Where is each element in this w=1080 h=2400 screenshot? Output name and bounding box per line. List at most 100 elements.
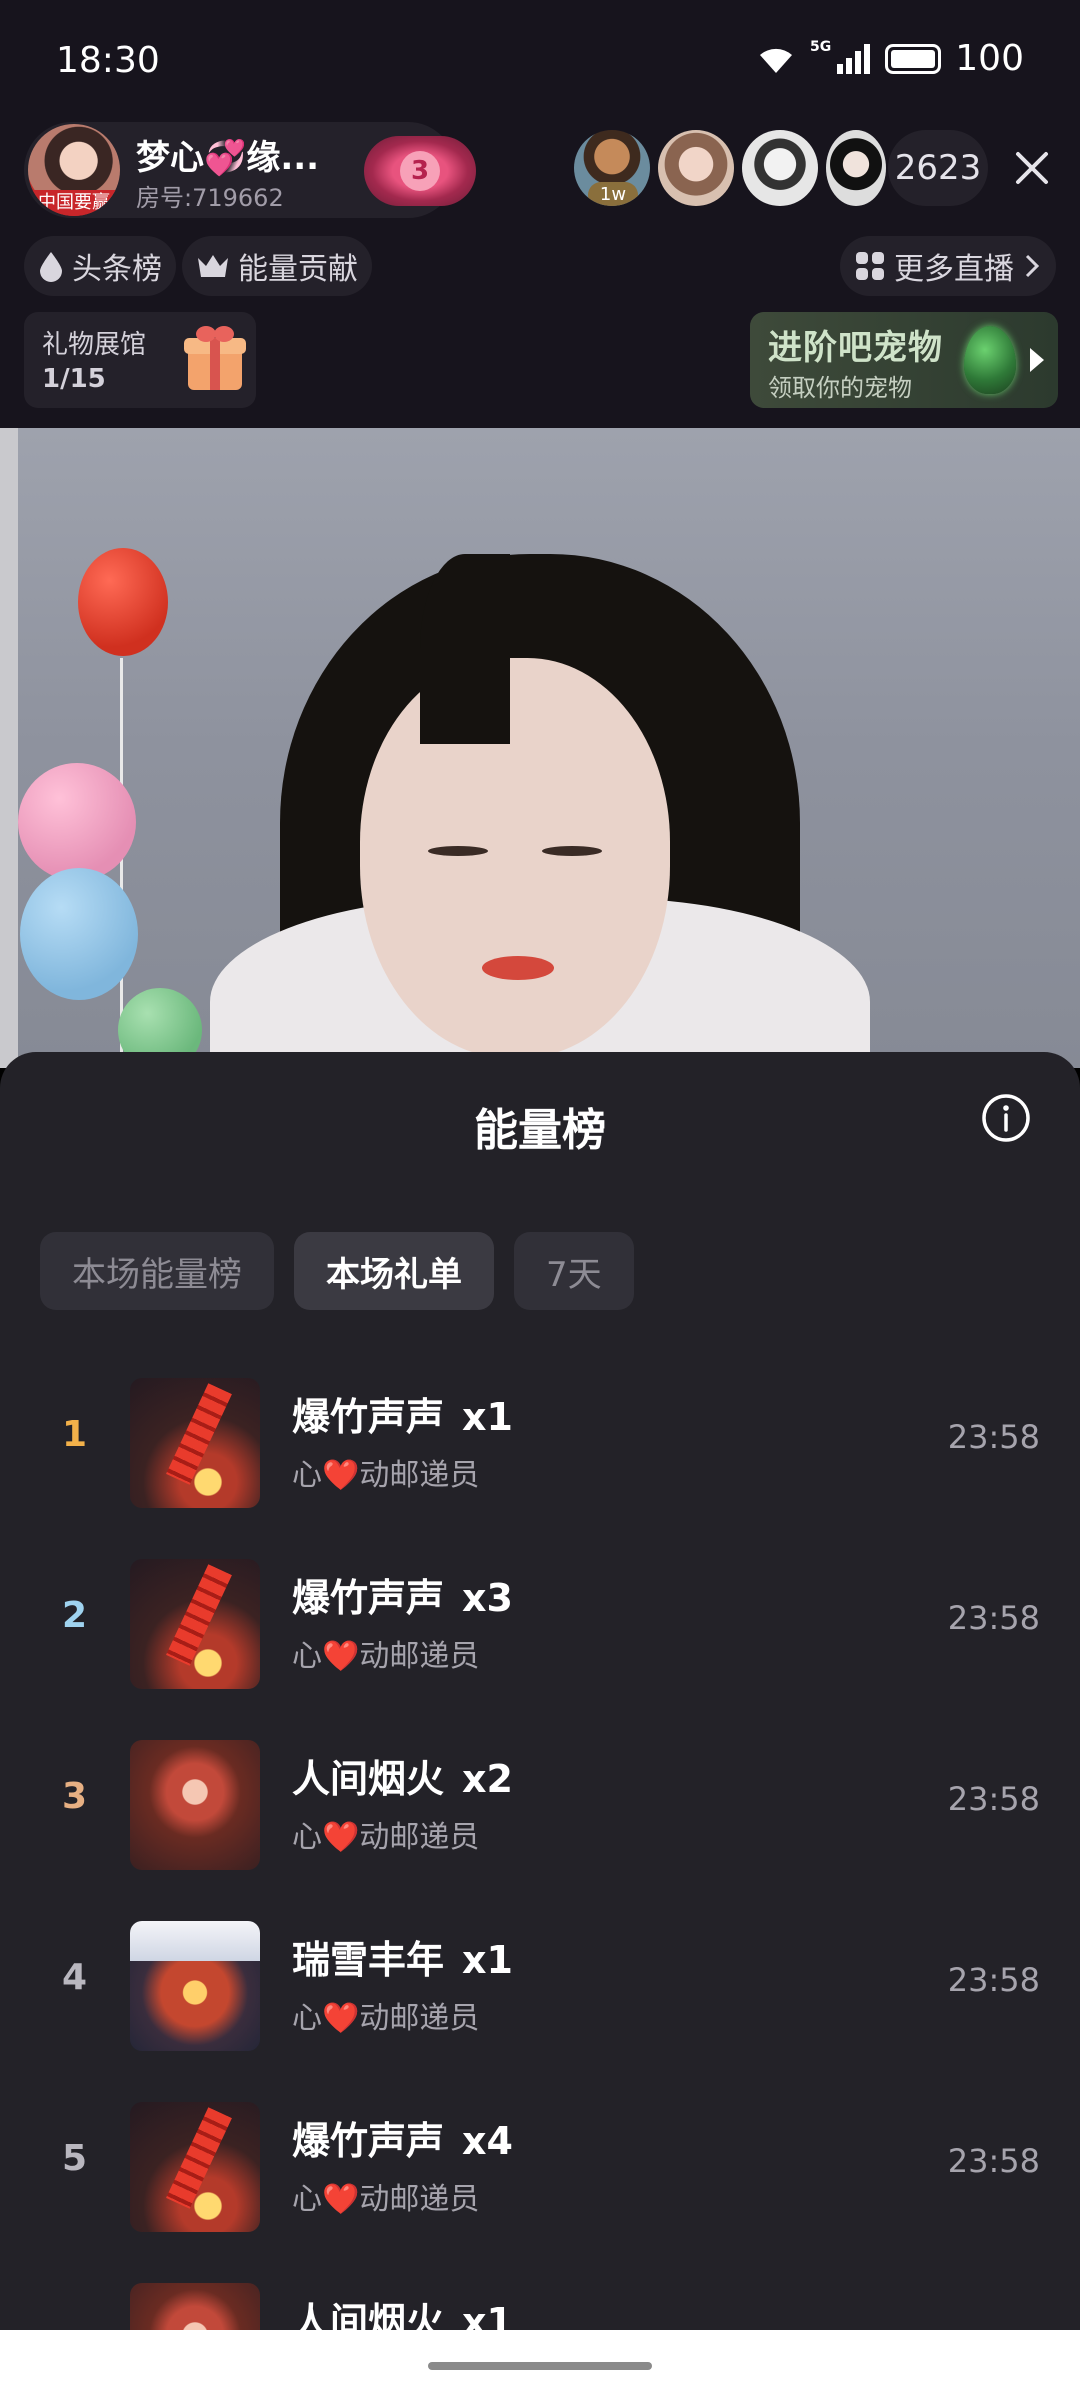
home-indicator[interactable]: [428, 2362, 652, 2370]
gift-quantity: x4: [462, 2119, 513, 2163]
sender-name[interactable]: 心❤️动邮递员: [292, 1993, 479, 2037]
wall-edge: [0, 428, 18, 1068]
gift-time: 23:58: [947, 1780, 1040, 1818]
gift-title: 人间烟火: [292, 1757, 445, 1801]
list-item[interactable]: 2 爆竹声声 x3 心❤️动邮递员 23:58: [0, 1543, 1080, 1724]
pet-promo-title: 进阶吧宠物: [768, 328, 943, 368]
list-item[interactable]: 3 人间烟火 x2 心❤️动邮递员 23:58: [0, 1724, 1080, 1905]
sender-name[interactable]: 心❤️动邮递员: [292, 1631, 479, 1675]
host-avatar[interactable]: 中国要赢: [28, 124, 120, 216]
network-type-label: 5G: [810, 38, 832, 55]
list-item[interactable]: 5 爆竹声声 x4 心❤️动邮递员 23:58: [0, 2086, 1080, 2267]
sender-name[interactable]: 心❤️动邮递员: [292, 1812, 479, 1856]
gift-time: 23:58: [947, 1418, 1040, 1456]
chevron-right-icon: [1025, 254, 1040, 278]
gift-thumbnail: [130, 1740, 260, 1870]
viewer-count[interactable]: 2623: [888, 130, 988, 206]
gift-time: 23:58: [947, 2142, 1040, 2180]
cellular-signal-icon: [837, 43, 871, 74]
viewer-avatar[interactable]: [742, 130, 818, 206]
tab-session-gifts[interactable]: 本场礼单: [294, 1232, 494, 1310]
sender-name[interactable]: 心❤️动邮递员: [292, 1450, 479, 1494]
pet-promo-banner[interactable]: 进阶吧宠物 领取你的宠物: [750, 312, 1058, 408]
viewer-avatar[interactable]: [826, 130, 886, 206]
crown-icon: [198, 255, 228, 277]
gift-hall-progress: 1/15: [42, 364, 106, 394]
gift-title: 爆竹声声: [292, 1576, 445, 1620]
play-arrow-icon: [1030, 348, 1044, 372]
gift-thumbnail: [130, 1378, 260, 1508]
close-icon[interactable]: [1008, 144, 1056, 192]
gift-title: 瑞雪丰年: [292, 1938, 445, 1982]
energy-contribution-label: 能量贡献: [238, 252, 358, 287]
battery-icon: [885, 43, 942, 74]
gift-title: 爆竹声声: [292, 1395, 445, 1439]
energy-ranking-sheet: 能量榜 本场能量榜 本场礼单 7天 1 爆竹声声 x1 心❤️动邮递员 23:58 2 爆竹…: [0, 1052, 1080, 2400]
viewer-avatar[interactable]: [658, 130, 734, 206]
streamer-eye: [428, 846, 488, 856]
gift-name: 瑞雪丰年 x1: [292, 1929, 513, 1984]
gift-name: 人间烟火 x2: [292, 1748, 513, 1803]
gift-time: 23:58: [947, 1599, 1040, 1637]
rank-number: 2: [62, 1595, 88, 1636]
gift-title: 爆竹声声: [292, 2119, 445, 2163]
gift-hall-button[interactable]: 礼物展馆 1/15: [24, 312, 256, 408]
gift-list: 1 爆竹声声 x1 心❤️动邮递员 23:58 2 爆竹声声 x3 心❤️动邮递员 23:58 3 人…: [0, 1362, 1080, 2400]
sender-name[interactable]: 心❤️动邮递员: [292, 2174, 479, 2218]
pet-egg-icon: [964, 326, 1016, 394]
fan-level-badge[interactable]: 3: [364, 136, 476, 206]
drop-icon: [40, 252, 62, 282]
gift-quantity: x2: [462, 1757, 513, 1801]
pet-promo-subtitle: 领取你的宠物: [768, 374, 912, 402]
gift-name: 爆竹声声 x1: [292, 1386, 513, 1441]
live-video[interactable]: [0, 428, 1080, 1068]
gift-quantity: x1: [462, 1395, 513, 1439]
headline-rank-label: 头条榜: [72, 252, 162, 287]
gift-thumbnail: [130, 1921, 260, 2051]
grid-icon: [856, 252, 884, 280]
ranking-tabs: 本场能量榜 本场礼单 7天: [40, 1232, 634, 1310]
battery-level: 100: [955, 38, 1024, 79]
viewer-badge: 1w: [588, 182, 638, 206]
live-room-header: 18:30 5G 100 中国要赢 梦心💞缘... 房号:719662 3 1w…: [0, 0, 1080, 428]
rank-number: 4: [62, 1957, 88, 1998]
red-balloon: [78, 548, 168, 656]
wifi-icon: [760, 48, 793, 73]
blue-balloon: [20, 868, 138, 1000]
gift-box-icon: [184, 326, 246, 390]
gift-thumbnail: [130, 2102, 260, 2232]
fan-level-value: 3: [400, 151, 440, 191]
info-icon[interactable]: [980, 1092, 1032, 1144]
viewer-avatar[interactable]: 1w: [574, 130, 650, 206]
gift-name: 爆竹声声 x3: [292, 1567, 513, 1622]
energy-contribution-button[interactable]: 能量贡献: [182, 236, 372, 296]
rank-number: 5: [62, 2138, 88, 2179]
room-number-label: 房号:: [136, 184, 193, 212]
gift-thumbnail: [130, 1559, 260, 1689]
list-item[interactable]: 4 瑞雪丰年 x1 心❤️动邮递员 23:58: [0, 1905, 1080, 2086]
streamer-eye: [542, 846, 602, 856]
list-item[interactable]: 1 爆竹声声 x1 心❤️动邮递员 23:58: [0, 1362, 1080, 1543]
status-time: 18:30: [56, 40, 160, 81]
host-name: 梦心💞缘...: [136, 138, 320, 178]
gift-quantity: x1: [462, 1938, 513, 1982]
streamer-face: [360, 658, 670, 1058]
tab-7-days[interactable]: 7天: [514, 1232, 634, 1310]
gift-name: 爆竹声声 x4: [292, 2110, 513, 2165]
streamer-lips: [482, 956, 554, 980]
host-avatar-badge: 中国要赢: [28, 190, 120, 216]
status-icons: 5G 100: [756, 38, 1024, 79]
balloon-string: [120, 658, 123, 1068]
room-number-value: 719662: [192, 184, 284, 212]
pink-balloon: [18, 763, 136, 881]
gift-quantity: x3: [462, 1576, 513, 1620]
gift-hall-title: 礼物展馆: [42, 330, 147, 360]
more-live-button[interactable]: 更多直播: [840, 236, 1056, 296]
more-live-label: 更多直播: [894, 252, 1014, 287]
host-info[interactable]: 中国要赢 梦心💞缘... 房号:719662 3: [24, 122, 476, 218]
tab-session-energy[interactable]: 本场能量榜: [40, 1232, 274, 1310]
status-bar: 18:30 5G 100: [0, 0, 1080, 120]
sheet-title: 能量榜: [474, 1105, 606, 1156]
headline-rank-button[interactable]: 头条榜: [24, 236, 176, 296]
room-number: 房号:719662: [136, 178, 284, 213]
